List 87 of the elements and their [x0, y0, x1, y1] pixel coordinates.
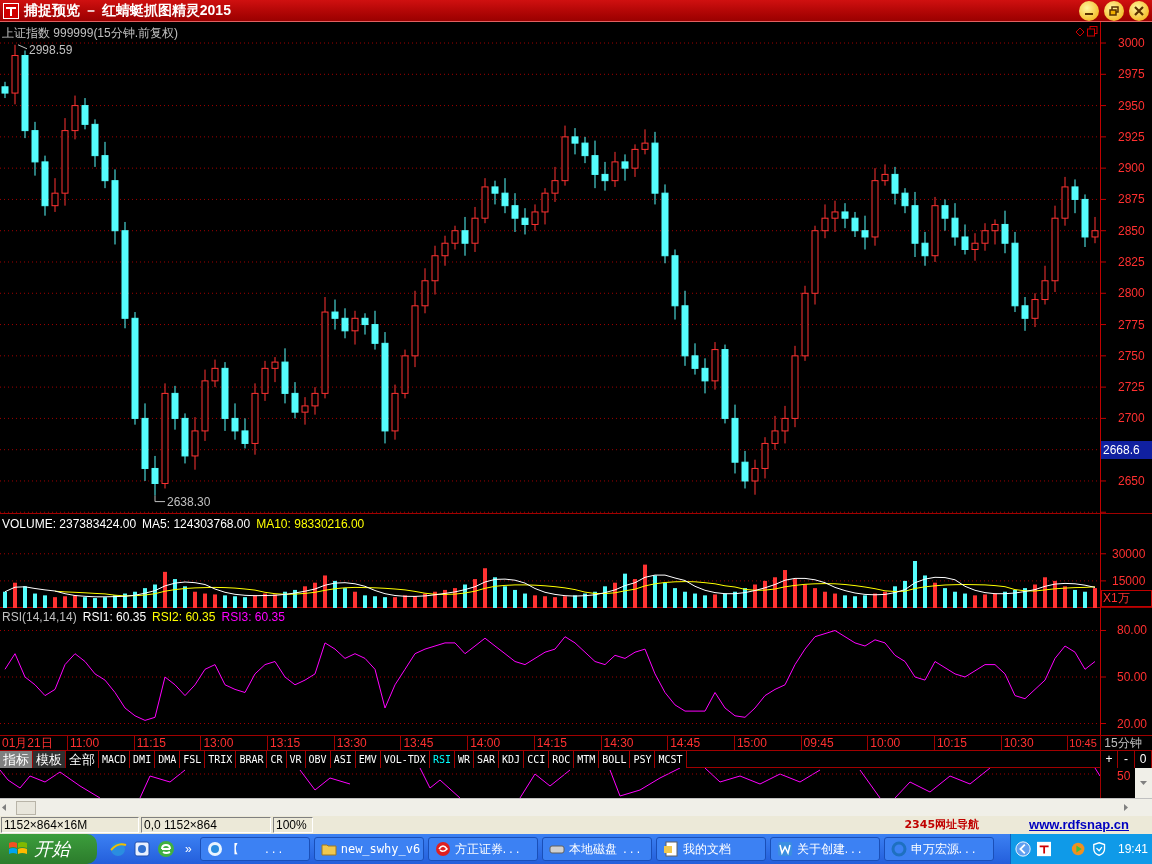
taskbar-button[interactable]: 申万宏源. . .	[883, 837, 994, 861]
indicator-tab[interactable]: MTM	[574, 751, 600, 768]
indicator-tab[interactable]: MACD	[99, 751, 131, 768]
time-label: 14:15	[533, 736, 601, 750]
time-label: 14:30	[600, 736, 668, 750]
indicator-tab[interactable]: BRAR	[236, 751, 268, 768]
axis-label: 50.00	[1117, 670, 1148, 684]
indicator-tab[interactable]: CCI	[524, 751, 550, 768]
axis-label: 2875	[1118, 192, 1145, 207]
axis-label: 2800	[1118, 286, 1145, 301]
status-cell: 0,0 1152×864	[141, 817, 271, 833]
time-label: 09:45	[800, 736, 868, 750]
indicator-tab[interactable]: BOLL	[599, 751, 631, 768]
indicator-tab[interactable]: PSY	[630, 751, 656, 768]
rsi1-value: RSI1: 60.35	[82, 609, 147, 626]
time-label: 13:15	[267, 736, 334, 750]
indicator-tab[interactable]: CR	[267, 751, 287, 768]
time-label: 13:30	[333, 736, 401, 750]
unit-label: X1万	[1101, 590, 1152, 607]
ma5-value: MA5: 124303768.00	[142, 516, 251, 533]
indicator-tab[interactable]: 指标	[0, 751, 33, 768]
axis-label: 2900	[1118, 161, 1145, 176]
time-label: 10:30	[1000, 736, 1068, 750]
ma10-value: MA10: 98330216.00	[256, 516, 365, 533]
high-price-label: 2998.59	[29, 42, 73, 57]
indicator-tab[interactable]: DMI	[130, 751, 156, 768]
indicator-tab[interactable]: 模板	[33, 751, 66, 768]
indicator-tab[interactable]: DMA	[155, 751, 181, 768]
taskbar-button[interactable]: new_swhy_v6	[313, 837, 424, 861]
status-cell: 1152×864×16M	[1, 817, 139, 833]
indicator-tab[interactable]: EMV	[355, 751, 381, 768]
indicator-tab[interactable]: VOL-TDX	[380, 751, 430, 768]
indicator-tab[interactable]: SAR	[474, 751, 500, 768]
axis-label: 50	[1117, 768, 1131, 785]
website-link[interactable]: www.rdfsnap.cn	[1029, 815, 1129, 835]
status-cell: 100%	[273, 817, 313, 833]
time-label: 13:45	[400, 736, 468, 750]
axis-label: 2825	[1118, 255, 1145, 269]
indicator-tab[interactable]: TRIX	[205, 751, 237, 768]
low-price-label: 2638.30	[167, 494, 211, 509]
rsi3-value: RSI3: 60.35	[221, 609, 285, 626]
axis-label: 2975	[1118, 67, 1145, 82]
axis-label: 2700	[1118, 411, 1145, 426]
axis-label: 2750	[1118, 348, 1145, 363]
indicator-tab[interactable]: ROC	[549, 751, 575, 768]
ad-link[interactable]: 2345网址导航	[904, 816, 980, 834]
window-title: 捕捉预览 － 红蜻蜓抓图精灵2015	[24, 1, 231, 20]
clock: 19:41	[1117, 841, 1148, 858]
time-label: 10:15	[933, 736, 1001, 750]
chart-title: 上证指数 999999(15分钟.前复权)	[2, 25, 179, 42]
axis-label: 15000	[1112, 573, 1146, 588]
indicator-tab[interactable]: KDJ	[499, 751, 525, 768]
axis-label: 2925	[1118, 129, 1145, 144]
axis-label: 80.00	[1117, 623, 1148, 638]
overflow-chevron[interactable]: »	[185, 840, 192, 858]
indicator-tab[interactable]: RSI	[429, 751, 455, 768]
axis-label: 30000	[1112, 546, 1146, 561]
axis-label: 20.00	[1117, 716, 1148, 731]
indicator-tab[interactable]: ASI	[330, 751, 356, 768]
time-label: 11:15	[133, 736, 201, 750]
time-label: 14:00	[467, 736, 534, 750]
axis-label: 3000	[1118, 36, 1145, 50]
time-label: 01月21日	[1, 736, 54, 750]
indicator-tab[interactable]: OBV	[305, 751, 331, 768]
taskbar-button[interactable]: 本地磁盘 . . .	[541, 837, 652, 861]
axis-label: 2725	[1118, 380, 1145, 395]
axis-label: 2850	[1118, 223, 1145, 238]
time-label: 14:45	[667, 736, 734, 750]
time-label: 10:00	[867, 736, 934, 750]
taskbar-button[interactable]: 我的文档	[655, 837, 766, 861]
time-label: 11:00	[67, 736, 134, 750]
axis-label: 2650	[1118, 473, 1145, 488]
indicator-tab[interactable]: 全部	[66, 751, 99, 768]
taskbar-button[interactable]: 关于创建. . .	[769, 837, 880, 861]
indicator-tab[interactable]: FSL	[180, 751, 206, 768]
current-price-label: 2668.6	[1101, 441, 1152, 459]
time-label: 15:00	[733, 736, 801, 750]
axis-label: 2950	[1118, 98, 1145, 113]
indicator-tab[interactable]: MCST	[655, 751, 687, 768]
rsi2-value: RSI2: 60.35	[152, 609, 216, 626]
volume-value: VOLUME: 237383424.00	[2, 516, 137, 533]
time-label: 13:00	[200, 736, 268, 750]
start-button[interactable]: 开始	[0, 834, 97, 864]
indicator-label: RSI(14,14,14)	[2, 609, 77, 626]
taskbar-button[interactable]: 方正证券. . .	[427, 837, 538, 861]
taskbar-button[interactable]: 【 . . .	[199, 837, 310, 861]
axis-label: 2775	[1118, 317, 1145, 332]
